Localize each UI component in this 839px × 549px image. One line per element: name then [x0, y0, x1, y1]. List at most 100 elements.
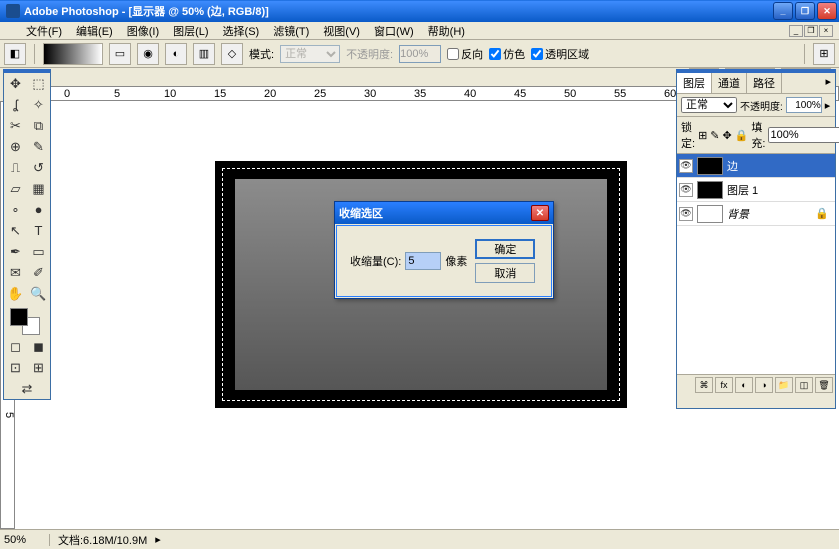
marquee-tool[interactable]: ⬚: [27, 73, 50, 94]
menu-edit[interactable]: 编辑(E): [70, 22, 119, 40]
status-arrow-icon[interactable]: ▸: [155, 533, 161, 546]
lock-label: 锁定:: [681, 119, 695, 151]
jump-to-imageready[interactable]: ⇄: [4, 378, 50, 399]
brush-tool[interactable]: ✎: [27, 136, 50, 157]
layer-row[interactable]: 👁 图层 1: [677, 178, 835, 202]
fill-input[interactable]: [768, 127, 839, 143]
dialog-title: 收缩选区: [339, 205, 383, 221]
layer-row[interactable]: 👁 边: [677, 154, 835, 178]
close-button[interactable]: ✕: [817, 2, 837, 20]
menu-image[interactable]: 图像(I): [121, 22, 165, 40]
ok-button[interactable]: 确定: [475, 239, 535, 259]
type-tool[interactable]: T: [27, 220, 50, 241]
lasso-tool[interactable]: ʆ: [4, 94, 27, 115]
doc-restore-button[interactable]: ❐: [804, 25, 818, 37]
tab-paths[interactable]: 路径: [747, 73, 782, 93]
menu-layer[interactable]: 图层(L): [167, 22, 214, 40]
zoom-tool[interactable]: 🔍: [27, 283, 50, 304]
mode-select[interactable]: 正常: [280, 45, 340, 63]
lock-pos-icon[interactable]: ✥: [723, 129, 732, 142]
slice-tool[interactable]: ⧉: [27, 115, 50, 136]
layer-thumbnail[interactable]: [697, 205, 723, 223]
cancel-button[interactable]: 取消: [475, 263, 535, 283]
visibility-icon[interactable]: 👁: [679, 207, 693, 221]
gradient-diamond-icon[interactable]: ◇: [221, 43, 243, 65]
mask-icon[interactable]: ◐: [735, 377, 753, 393]
new-layer-icon[interactable]: ◫: [795, 377, 813, 393]
toolbox: ✥⬚ ʆ✧ ✂⧉ ⊕✎ ⎍↺ ▱▦ ∘● ↖T ✒▭ ✉✐ ✋🔍 ◻◼ ⊡⊞ ⇄: [3, 69, 51, 400]
visibility-icon[interactable]: 👁: [679, 183, 693, 197]
notes-tool[interactable]: ✉: [4, 262, 27, 283]
move-tool[interactable]: ✥: [4, 73, 27, 94]
opacity-label: 不透明度:: [346, 46, 393, 62]
menu-window[interactable]: 窗口(W): [368, 22, 420, 40]
dialog-close-button[interactable]: ✕: [531, 205, 549, 221]
fx-icon[interactable]: fx: [715, 377, 733, 393]
screen-standard-icon[interactable]: ⊡: [4, 357, 27, 378]
wand-tool[interactable]: ✧: [27, 94, 50, 115]
blend-mode-select[interactable]: 正常: [681, 97, 737, 113]
adjustment-icon[interactable]: ◑: [755, 377, 773, 393]
history-brush-tool[interactable]: ↺: [27, 157, 50, 178]
gradient-reflected-icon[interactable]: ▥: [193, 43, 215, 65]
doc-minimize-button[interactable]: _: [789, 25, 803, 37]
contract-by-input[interactable]: [405, 252, 441, 270]
gradient-linear-icon[interactable]: ▭: [109, 43, 131, 65]
blur-tool[interactable]: ∘: [4, 199, 27, 220]
path-tool[interactable]: ↖: [4, 220, 27, 241]
lock-all-icon[interactable]: 🔒: [735, 129, 749, 142]
hand-tool[interactable]: ✋: [4, 283, 27, 304]
pen-tool[interactable]: ✒: [4, 241, 27, 262]
lock-trans-icon[interactable]: ⊞: [698, 129, 707, 142]
zoom-level[interactable]: 50%: [0, 534, 50, 546]
folder-icon[interactable]: 📁: [775, 377, 793, 393]
gradient-angle-icon[interactable]: ◐: [165, 43, 187, 65]
layer-thumbnail[interactable]: [697, 157, 723, 175]
transparency-checkbox[interactable]: [531, 48, 543, 60]
lock-pixels-icon[interactable]: ✎: [710, 129, 719, 142]
opacity-input[interactable]: [399, 45, 441, 63]
layer-opacity-input[interactable]: [786, 97, 822, 113]
layer-row[interactable]: 👁 背景 🔒: [677, 202, 835, 226]
tab-channels[interactable]: 通道: [712, 73, 747, 93]
maximize-button[interactable]: ❐: [795, 2, 815, 20]
crop-tool[interactable]: ✂: [4, 115, 27, 136]
menu-filter[interactable]: 滤镜(T): [267, 22, 315, 40]
menu-select[interactable]: 选择(S): [217, 22, 266, 40]
screen-full-icon[interactable]: ⊞: [27, 357, 50, 378]
unit-label: 像素: [445, 253, 467, 269]
quickmask-mode-icon[interactable]: ◼: [27, 336, 50, 357]
dither-checkbox[interactable]: [489, 48, 501, 60]
document-size[interactable]: 文档:6.18M/10.9M: [50, 532, 155, 548]
palette-well-icon[interactable]: ⊞: [813, 43, 835, 65]
gradient-swatch[interactable]: [43, 43, 103, 65]
shape-tool[interactable]: ▭: [27, 241, 50, 262]
heal-tool[interactable]: ⊕: [4, 136, 27, 157]
menu-help[interactable]: 帮助(H): [422, 22, 471, 40]
standard-mode-icon[interactable]: ◻: [4, 336, 27, 357]
stamp-tool[interactable]: ⎍: [4, 157, 27, 178]
doc-close-button[interactable]: ×: [819, 25, 833, 37]
menu-view[interactable]: 视图(V): [317, 22, 366, 40]
panel-menu-icon[interactable]: ▸: [821, 73, 835, 93]
layer-thumbnail[interactable]: [697, 181, 723, 199]
foreground-color[interactable]: [10, 308, 28, 326]
link-icon[interactable]: ⌘: [695, 377, 713, 393]
eyedropper-tool[interactable]: ✐: [27, 262, 50, 283]
opacity-arrow-icon[interactable]: ▸: [825, 99, 831, 112]
dodge-tool[interactable]: ●: [27, 199, 50, 220]
color-swatches[interactable]: [4, 304, 50, 336]
visibility-icon[interactable]: 👁: [679, 159, 693, 173]
tool-preset-icon[interactable]: ◧: [4, 43, 26, 65]
gradient-tool[interactable]: ▦: [27, 178, 50, 199]
tab-layers[interactable]: 图层: [677, 73, 712, 93]
gradient-radial-icon[interactable]: ◉: [137, 43, 159, 65]
minimize-button[interactable]: _: [773, 2, 793, 20]
reverse-checkbox[interactable]: [447, 48, 459, 60]
layer-name: 图层 1: [727, 182, 758, 198]
dialog-titlebar[interactable]: 收缩选区 ✕: [335, 202, 553, 224]
status-bar: 50% 文档:6.18M/10.9M ▸: [0, 529, 839, 549]
menu-file[interactable]: 文件(F): [20, 22, 68, 40]
eraser-tool[interactable]: ▱: [4, 178, 27, 199]
trash-icon[interactable]: 🗑: [815, 377, 833, 393]
